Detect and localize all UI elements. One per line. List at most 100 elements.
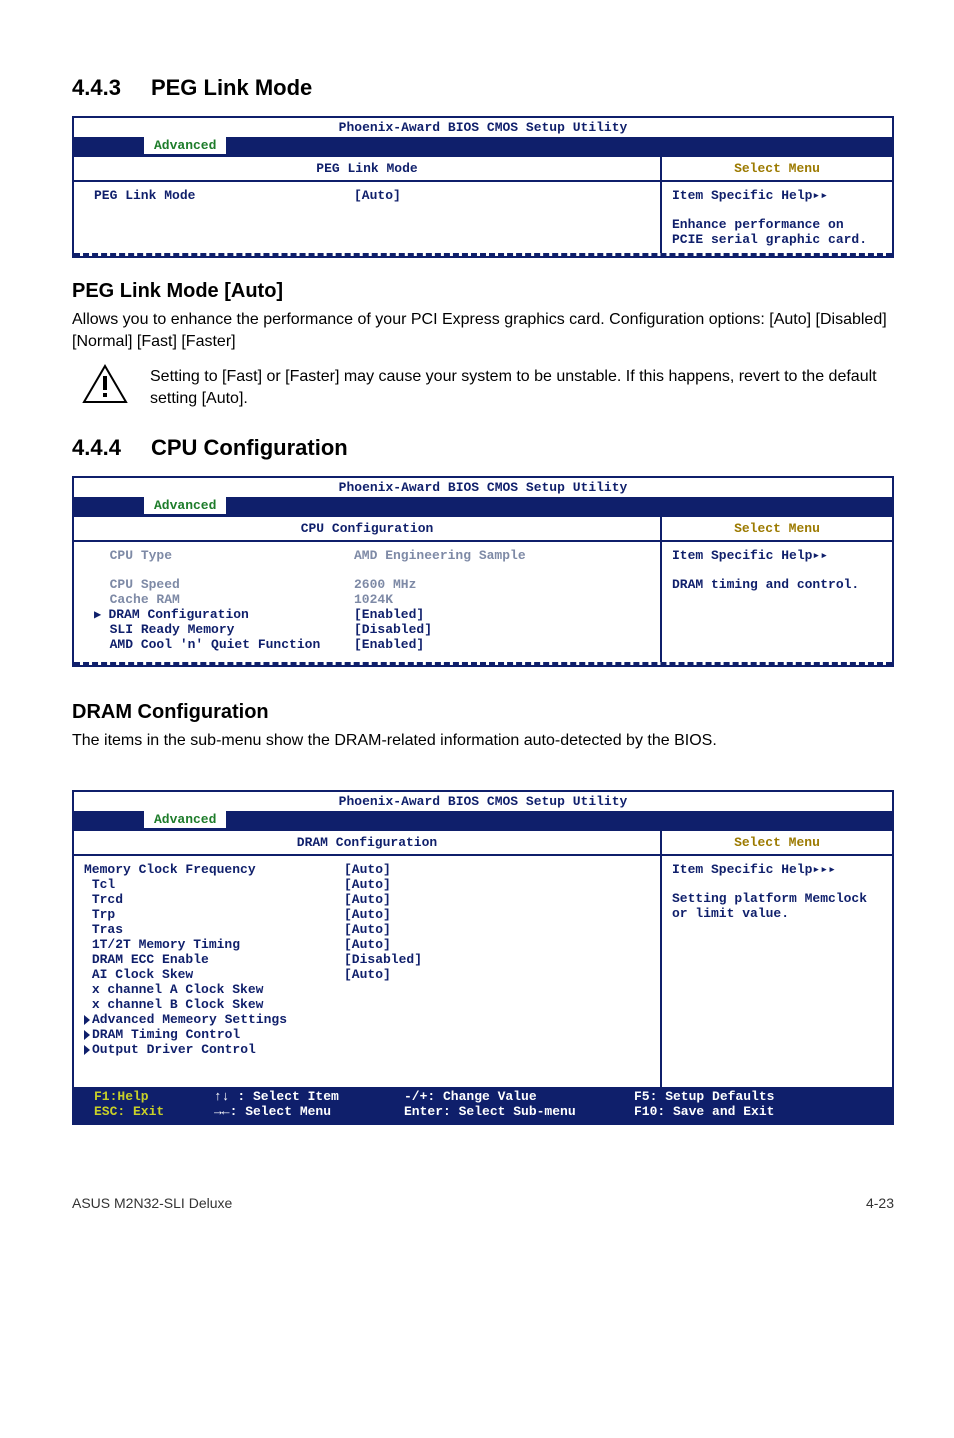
bios-help-title: Item Specific Help▸▸ xyxy=(672,188,882,203)
bios-item-label: Output Driver Control xyxy=(84,1042,344,1057)
bios-tab-advanced: Advanced xyxy=(144,137,226,154)
bios-row: CPU TypeAMD Engineering Sample xyxy=(94,548,652,563)
warning-text: Setting to [Fast] or [Faster] may cause … xyxy=(150,364,894,409)
bios-row[interactable]: SLI Ready Memory[Disabled] xyxy=(94,622,652,637)
bios-tab-row: Advanced xyxy=(74,497,892,515)
bios-item-label: AI Clock Skew xyxy=(84,967,344,982)
submenu-arrow-icon xyxy=(84,1015,90,1025)
footer-left: ASUS M2N32-SLI Deluxe xyxy=(72,1195,232,1211)
bios-item-label: SLI Ready Memory xyxy=(94,622,354,637)
bios-row[interactable]: Advanced Memeory Settings xyxy=(84,1012,652,1027)
text-dram-body: The items in the sub-menu show the DRAM-… xyxy=(72,730,894,752)
bios-dram-config-box: Phoenix-Award BIOS CMOS Setup Utility Ad… xyxy=(72,790,894,1125)
bios-peg-link-box: Phoenix-Award BIOS CMOS Setup Utility Ad… xyxy=(72,116,894,258)
bios-row[interactable]: DRAM Timing Control xyxy=(84,1027,652,1042)
bios-item-label: Trcd xyxy=(84,892,344,907)
bios-tab-row: Advanced xyxy=(74,811,892,829)
bios-item-label: x channel A Clock Skew xyxy=(84,982,344,997)
bios-item-label: Tras xyxy=(84,922,344,937)
bios-head-right: Select Menu xyxy=(662,515,892,542)
bios-row[interactable]: Tras[Auto] xyxy=(84,922,652,937)
heading-number: 4.4.4 xyxy=(72,435,121,461)
footer-right: 4-23 xyxy=(866,1195,894,1211)
submenu-arrow-icon xyxy=(84,1045,90,1055)
bios-item-label: PEG Link Mode xyxy=(94,188,354,203)
bios-tab-advanced: Advanced xyxy=(144,811,226,828)
bios-item-value: [Auto] xyxy=(344,937,391,952)
bios-head-right: Select Menu xyxy=(662,829,892,856)
bios-item-value: 2600 MHz xyxy=(354,577,416,592)
text-peg-link-body: Allows you to enhance the performance of… xyxy=(72,309,894,352)
bios-item-label: Trp xyxy=(84,907,344,922)
bios-item-value: [Auto] xyxy=(344,877,391,892)
bios-item-label: CPU Speed xyxy=(94,577,354,592)
bios-item-value: [Auto] xyxy=(344,922,391,937)
key-help: F1:Help xyxy=(94,1089,214,1104)
bios-item-label: CPU Type xyxy=(94,548,354,563)
bios-item-label: AMD Cool 'n' Quiet Function xyxy=(94,637,354,652)
bios-row[interactable]: Tcl[Auto] xyxy=(84,877,652,892)
bios-item-value: [Auto] xyxy=(344,892,391,907)
bios-row[interactable]: AI Clock Skew[Auto] xyxy=(84,967,652,982)
bios-head-left: PEG Link Mode xyxy=(74,155,662,182)
heading-4-4-3: 4.4.3 PEG Link Mode xyxy=(72,75,894,101)
bios-item-label: Advanced Memeory Settings xyxy=(84,1012,344,1027)
bios-help-line1: Enhance performance on xyxy=(672,217,882,232)
subheading-dram-config: DRAM Configuration xyxy=(72,701,894,724)
bios-row[interactable]: Memory Clock Frequency[Auto] xyxy=(84,862,652,877)
bios-item-label: 1T/2T Memory Timing xyxy=(84,937,344,952)
bios-head-right: Select Menu xyxy=(662,155,892,182)
key-select-menu: →←: Select Menu xyxy=(214,1104,404,1119)
bios-row[interactable]: 1T/2T Memory Timing[Auto] xyxy=(84,937,652,952)
warning-icon xyxy=(82,364,128,404)
bios-help-line2: or limit value. xyxy=(672,906,882,921)
bios-row-peg-link[interactable]: PEG Link Mode [Auto] xyxy=(94,188,652,203)
bios-help-title: Item Specific Help▸▸▸ xyxy=(672,862,882,877)
heading-title: CPU Configuration xyxy=(151,435,348,461)
bios-row[interactable]: x channel B Clock Skew xyxy=(84,997,652,1012)
bios-row[interactable]: DRAM ECC Enable[Disabled] xyxy=(84,952,652,967)
heading-number: 4.4.3 xyxy=(72,75,121,101)
bios-item-label: ▶ DRAM Configuration xyxy=(94,607,354,622)
bios-item-value: [Auto] xyxy=(354,188,401,203)
bios-help-body: DRAM timing and control. xyxy=(672,577,882,592)
bios-item-label: DRAM ECC Enable xyxy=(84,952,344,967)
key-select-sub: Enter: Select Sub-menu xyxy=(404,1104,634,1119)
heading-4-4-4: 4.4.4 CPU Configuration xyxy=(72,435,894,461)
bios-cpu-config-box: Phoenix-Award BIOS CMOS Setup Utility Ad… xyxy=(72,476,894,667)
bios-item-value: AMD Engineering Sample xyxy=(354,548,526,563)
bios-row: CPU Speed2600 MHz xyxy=(94,577,652,592)
submenu-arrow-icon xyxy=(84,1030,90,1040)
bios-item-value: [Enabled] xyxy=(354,607,424,622)
bios-item-value: 1024K xyxy=(354,592,393,607)
bios-item-label: Tcl xyxy=(84,877,344,892)
bios-row[interactable]: ▶ DRAM Configuration[Enabled] xyxy=(94,607,652,622)
bios-item-value: [Auto] xyxy=(344,907,391,922)
subheading-peg-link: PEG Link Mode [Auto] xyxy=(72,280,894,303)
bios-tab-row: Advanced xyxy=(74,137,892,155)
bios-item-label: DRAM Timing Control xyxy=(84,1027,344,1042)
bios-row[interactable]: Output Driver Control xyxy=(84,1042,652,1057)
bios-title: Phoenix-Award BIOS CMOS Setup Utility xyxy=(74,792,892,811)
bios-key-bar: F1:Help ESC: Exit ↑↓ : Select Item →←: S… xyxy=(74,1087,892,1123)
bios-item-label: x channel B Clock Skew xyxy=(84,997,344,1012)
bios-item-value: [Disabled] xyxy=(354,622,432,637)
page-footer: ASUS M2N32-SLI Deluxe 4-23 xyxy=(72,1195,894,1211)
bios-head-left: CPU Configuration xyxy=(74,515,662,542)
bios-row[interactable]: Trp[Auto] xyxy=(84,907,652,922)
bios-help-title: Item Specific Help▸▸ xyxy=(672,548,882,563)
bios-row[interactable]: AMD Cool 'n' Quiet Function[Enabled] xyxy=(94,637,652,652)
bios-item-value: [Disabled] xyxy=(344,952,422,967)
key-defaults: F5: Setup Defaults xyxy=(634,1089,882,1104)
bios-help-line1: Setting platform Memclock xyxy=(672,891,882,906)
key-select-item: ↑↓ : Select Item xyxy=(214,1089,404,1104)
bios-title: Phoenix-Award BIOS CMOS Setup Utility xyxy=(74,118,892,137)
heading-title: PEG Link Mode xyxy=(151,75,312,101)
key-exit: ESC: Exit xyxy=(94,1104,214,1119)
bios-head-left: DRAM Configuration xyxy=(74,829,662,856)
bios-row[interactable]: Trcd[Auto] xyxy=(84,892,652,907)
bios-item-value: [Auto] xyxy=(344,862,391,877)
bios-row[interactable]: x channel A Clock Skew xyxy=(84,982,652,997)
bios-title: Phoenix-Award BIOS CMOS Setup Utility xyxy=(74,478,892,497)
key-save-exit: F10: Save and Exit xyxy=(634,1104,882,1119)
